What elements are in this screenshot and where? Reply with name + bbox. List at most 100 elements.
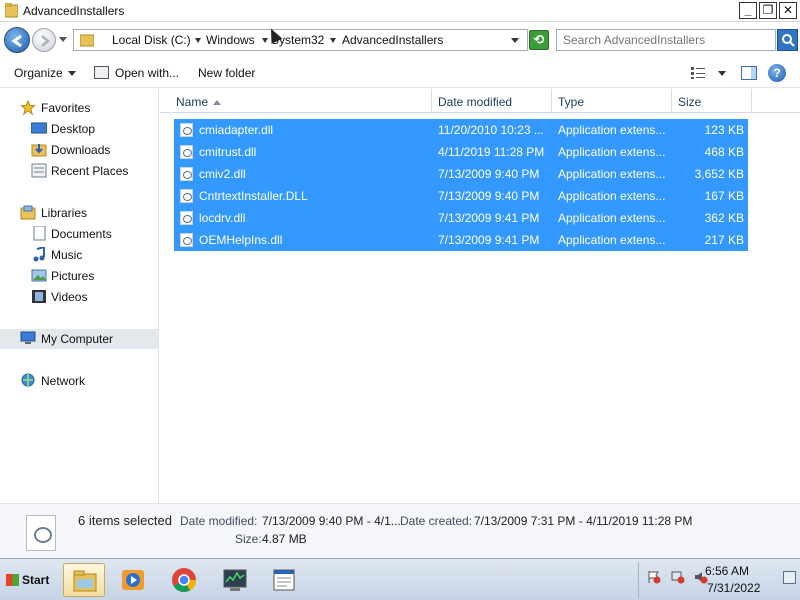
dll-file-icon [180, 167, 193, 181]
chevron-down-icon[interactable] [195, 38, 201, 43]
videos-icon [32, 290, 46, 303]
navigation-pane: Favorites Desktop Downloads Recent Place… [0, 89, 159, 503]
sort-ascending-icon [213, 100, 222, 106]
file-size: 468 KB [704, 145, 744, 159]
view-options-dropdown[interactable] [718, 71, 726, 76]
clock-date[interactable]: 7/31/2022 [707, 581, 760, 595]
dll-file-icon [180, 211, 193, 225]
nav-label: My Computer [41, 332, 114, 346]
preview-pane-icon[interactable] [741, 66, 757, 80]
explorer-icon [73, 570, 97, 592]
minimize-button[interactable]: _ [739, 2, 757, 19]
column-label: Name [176, 95, 209, 109]
start-button[interactable]: Start [2, 567, 52, 593]
forward-button[interactable] [32, 28, 56, 52]
file-row[interactable]: CntrtextInstaller.DLL 7/13/2009 9:40 PM … [174, 185, 748, 207]
nav-label: Desktop [51, 122, 96, 136]
file-date-modified: 7/13/2009 9:40 PM [438, 167, 540, 181]
refresh-button[interactable]: ⟲ [529, 30, 549, 50]
selection-count: 6 items selected [78, 513, 172, 528]
back-arrow-icon [11, 34, 22, 48]
organize-button[interactable]: Organize [14, 66, 63, 80]
help-icon[interactable]: ? [768, 64, 786, 82]
nav-downloads[interactable]: Downloads [0, 140, 158, 160]
file-row[interactable]: locdrv.dll 7/13/2009 9:41 PM Application… [174, 207, 748, 229]
nav-my-computer[interactable]: My Computer [0, 329, 158, 349]
network-status-icon[interactable] [671, 570, 685, 584]
file-date-modified: 7/13/2009 9:40 PM [438, 189, 540, 203]
network-icon [21, 373, 35, 387]
back-button[interactable] [4, 27, 30, 53]
file-type: Application extens... [558, 123, 666, 137]
nav-videos[interactable]: Videos [0, 287, 158, 307]
refresh-icon: ⟲ [533, 32, 545, 47]
desktop-icon [31, 122, 47, 134]
new-folder-button[interactable]: New folder [198, 66, 255, 80]
open-with-button[interactable]: Open with... [115, 66, 179, 80]
file-row[interactable]: cmitrust.dll 4/11/2019 11:28 PM Applicat… [174, 141, 748, 163]
file-name: cmiadapter.dll [199, 123, 274, 137]
nav-music[interactable]: Music [0, 245, 158, 265]
chevron-down-icon[interactable] [68, 71, 76, 76]
file-name: cmiv2.dll [199, 167, 246, 181]
dll-file-icon [180, 233, 193, 247]
column-header-date-modified[interactable]: Date modified [432, 89, 552, 113]
date-modified-value: 7/13/2009 9:40 PM - 4/1... [262, 514, 401, 528]
search-input[interactable] [556, 29, 776, 51]
nav-documents[interactable]: Documents [0, 224, 158, 244]
taskbar-chrome[interactable] [163, 563, 205, 597]
chevron-down-icon[interactable] [330, 38, 336, 43]
clock-time[interactable]: 6:56 AM [705, 564, 749, 578]
nav-libraries[interactable]: Libraries [0, 203, 158, 223]
downloads-icon [31, 144, 47, 157]
breadcrumb-current-folder[interactable]: AdvancedInstallers [342, 33, 443, 47]
nav-label: Libraries [41, 206, 88, 220]
size-label: Size: [235, 532, 262, 546]
recent-pages-dropdown[interactable] [59, 37, 67, 42]
show-desktop-button[interactable] [783, 571, 796, 584]
taskbar-explorer[interactable] [63, 563, 105, 597]
search-button[interactable] [777, 29, 798, 51]
taskbar-media-player[interactable] [112, 563, 154, 597]
title-bar: AdvancedInstallers _ ❐ ✕ [0, 0, 800, 22]
breadcrumb-windows[interactable]: Windows [206, 33, 255, 47]
nav-recent-places[interactable]: Recent Places [0, 161, 158, 181]
nav-label: Videos [51, 290, 88, 304]
file-name: CntrtextInstaller.DLL [199, 189, 308, 203]
window-title: AdvancedInstallers [23, 4, 125, 18]
folder-icon [5, 3, 18, 18]
column-header-row: Name Date modified Type Size [160, 89, 800, 113]
nav-pictures[interactable]: Pictures [0, 266, 158, 286]
file-name: cmitrust.dll [199, 145, 257, 159]
column-header-type[interactable]: Type [552, 89, 672, 113]
dll-file-icon [26, 515, 56, 551]
address-history-dropdown[interactable] [511, 38, 519, 43]
file-row[interactable]: cmiv2.dll 7/13/2009 9:40 PM Application … [174, 163, 748, 185]
nav-desktop[interactable]: Desktop [0, 119, 158, 139]
folder-icon [80, 34, 94, 47]
notepad-icon [273, 569, 295, 591]
change-view-icon[interactable] [690, 66, 706, 80]
music-icon [33, 247, 45, 262]
taskbar-notepad[interactable] [263, 563, 305, 597]
action-center-icon[interactable] [647, 570, 661, 584]
taskbar-task-manager[interactable] [214, 563, 256, 597]
date-created-label: Date created: [400, 514, 473, 528]
address-bar[interactable]: Local Disk (C:) Windows System32 Advance… [73, 29, 528, 51]
file-row[interactable]: OEMHelpIns.dll 7/13/2009 9:41 PM Applica… [174, 229, 748, 251]
maximize-button[interactable]: ❐ [759, 2, 777, 19]
nav-favorites[interactable]: Favorites [0, 98, 158, 118]
close-button[interactable]: ✕ [779, 2, 797, 19]
computer-icon [20, 331, 36, 344]
nav-network[interactable]: Network [0, 371, 158, 391]
pictures-icon [31, 269, 47, 282]
nav-label: Recent Places [51, 164, 129, 178]
file-type: Application extens... [558, 211, 666, 225]
column-header-name[interactable]: Name [170, 89, 432, 113]
taskbar: Start 6:56 AM 7/31/2022 [0, 558, 800, 600]
chevron-down-icon[interactable] [262, 38, 268, 43]
file-name: OEMHelpIns.dll [199, 233, 283, 247]
breadcrumb-local-disk[interactable]: Local Disk (C:) [112, 33, 191, 47]
column-header-size[interactable]: Size [672, 89, 752, 113]
file-row[interactable]: cmiadapter.dll 11/20/2010 10:23 ... Appl… [174, 119, 748, 141]
